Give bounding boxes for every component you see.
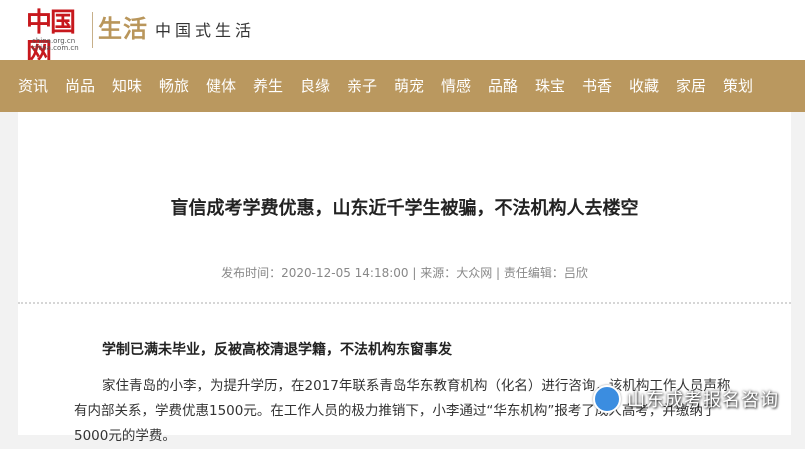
nav-item[interactable]: 珠宝: [535, 60, 565, 112]
nav-item[interactable]: 品酪: [488, 60, 518, 112]
wechat-account-icon: [593, 385, 621, 413]
site-header: 中国网 china.org.cn china.com.cn 生活 中国式生活: [0, 0, 805, 68]
nav-item[interactable]: 情感: [441, 60, 471, 112]
logo-url-com: china.com.cn: [32, 44, 79, 52]
nav-item[interactable]: 家居: [676, 60, 706, 112]
life-channel-logo[interactable]: 生活: [98, 12, 148, 46]
nav-item[interactable]: 健体: [206, 60, 236, 112]
nav-item[interactable]: 良缘: [300, 60, 330, 112]
nav-item[interactable]: 策划: [723, 60, 753, 112]
article-title: 盲信成考学费优惠，山东近千学生被骗，不法机构人去楼空: [170, 198, 639, 219]
wechat-watermark: 山东成考报名咨询: [593, 383, 779, 415]
main-nav: 资讯 尚品 知味 畅旅 健体 养生 良缘 亲子 萌宠 情感 品酪 珠宝 书香 收…: [0, 60, 805, 112]
nav-item[interactable]: 收藏: [629, 60, 659, 112]
nav-item[interactable]: 养生: [253, 60, 283, 112]
nav-item[interactable]: 畅旅: [159, 60, 189, 112]
article-meta: 发布时间：2020-12-05 14:18:00 | 来源：大众网 | 责任编辑…: [221, 266, 588, 280]
nav-item[interactable]: 书香: [582, 60, 612, 112]
site-tagline: 中国式生活: [155, 21, 256, 40]
nav-item[interactable]: 尚品: [65, 60, 95, 112]
article-subheading: 学制已满未毕业，反被高校清退学籍，不法机构东窗事发: [102, 342, 452, 358]
logo-divider: [92, 12, 93, 48]
section-divider: [18, 302, 791, 310]
nav-item[interactable]: 萌宠: [394, 60, 424, 112]
nav-item[interactable]: 知味: [112, 60, 142, 112]
article-header-card: 盲信成考学费优惠，山东近千学生被骗，不法机构人去楼空 发布时间：2020-12-…: [18, 112, 791, 302]
nav-item[interactable]: 资讯: [18, 60, 48, 112]
nav-item[interactable]: 亲子: [347, 60, 377, 112]
watermark-text: 山东成考报名咨询: [627, 390, 779, 411]
china-net-logo[interactable]: 中国网 china.org.cn china.com.cn: [26, 8, 86, 68]
article-body: 学制已满未毕业，反被高校清退学籍，不法机构东窗事发 家住青岛的小李，为提升学历，…: [18, 310, 791, 444]
